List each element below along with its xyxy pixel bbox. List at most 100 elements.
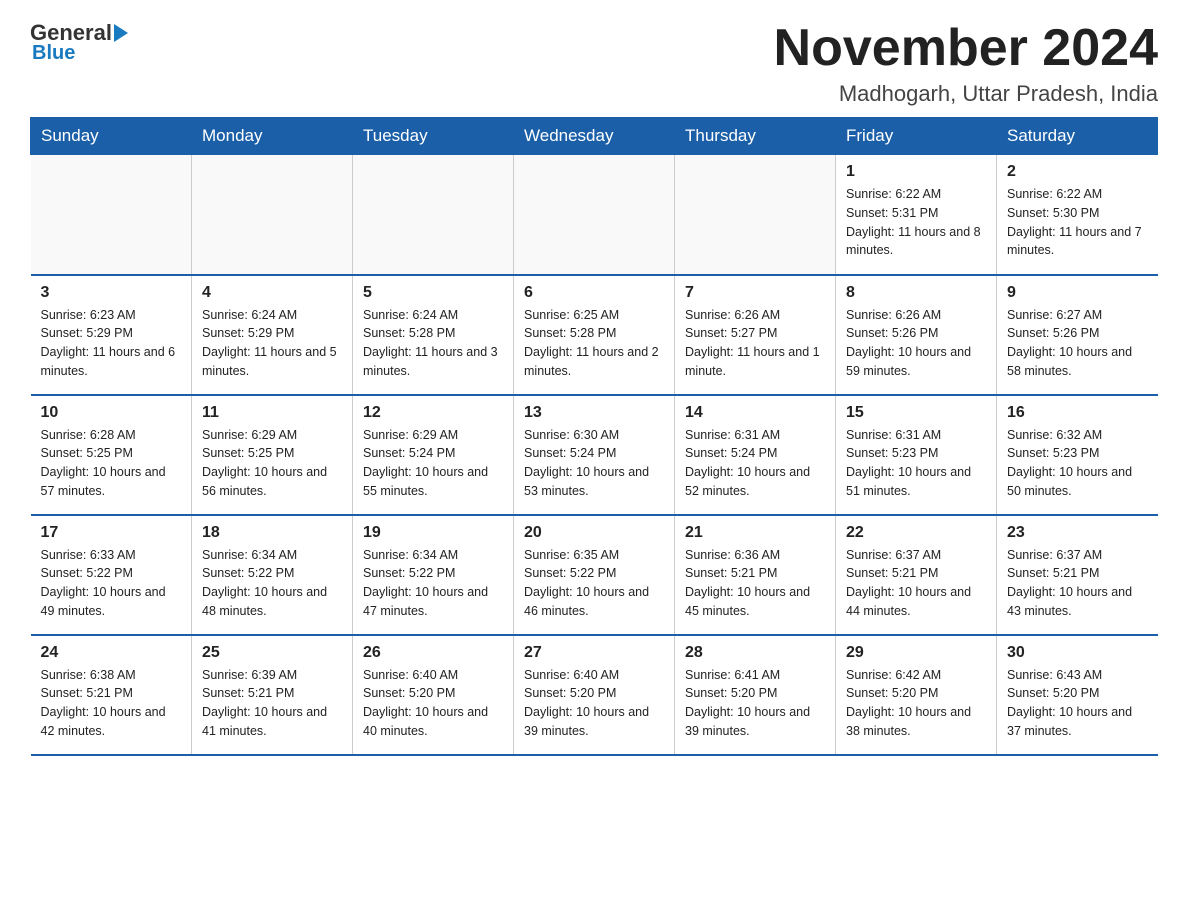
calendar-cell: 9 Sunrise: 6:27 AM Sunset: 5:26 PM Daylig… <box>997 275 1158 395</box>
logo-arrow-icon <box>114 24 128 42</box>
calendar-cell <box>675 155 836 275</box>
day-number: 16 <box>1007 404 1148 422</box>
header-friday: Friday <box>836 118 997 155</box>
calendar-cell: 10Sunrise: 6:28 AM Sunset: 5:25 PM Dayli… <box>31 395 192 515</box>
day-info: Sunrise: 6:42 AM Sunset: 5:20 PM Dayligh… <box>846 666 986 741</box>
calendar-cell: 1 Sunrise: 6:22 AM Sunset: 5:31 PM Daylig… <box>836 155 997 275</box>
day-number: 2 <box>1007 163 1148 181</box>
calendar-week-row: 24 Sunrise: 6:38 AM Sunset: 5:21 PM Dayli… <box>31 635 1158 755</box>
calendar-cell: 29 Sunrise: 6:42 AM Sunset: 5:20 PM Dayli… <box>836 635 997 755</box>
calendar-cell: 25Sunrise: 6:39 AM Sunset: 5:21 PM Dayli… <box>192 635 353 755</box>
calendar-cell: 6 Sunrise: 6:25 AM Sunset: 5:28 PM Daylig… <box>514 275 675 395</box>
calendar-cell: 11Sunrise: 6:29 AM Sunset: 5:25 PM Dayli… <box>192 395 353 515</box>
day-info: Sunrise: 6:22 AM Sunset: 5:31 PM Dayligh… <box>846 185 986 260</box>
calendar-cell: 12 Sunrise: 6:29 AM Sunset: 5:24 PM Dayli… <box>353 395 514 515</box>
calendar-cell: 3Sunrise: 6:23 AM Sunset: 5:29 PM Daylig… <box>31 275 192 395</box>
day-info: Sunrise: 6:37 AM Sunset: 5:21 PM Dayligh… <box>846 546 986 621</box>
day-number: 8 <box>846 284 986 302</box>
calendar-week-row: 17 Sunrise: 6:33 AM Sunset: 5:22 PM Dayli… <box>31 515 1158 635</box>
day-info: Sunrise: 6:33 AM Sunset: 5:22 PM Dayligh… <box>41 546 182 621</box>
day-info: Sunrise: 6:28 AM Sunset: 5:25 PM Dayligh… <box>41 426 182 501</box>
calendar-cell <box>353 155 514 275</box>
logo-blue-text: Blue <box>30 42 75 65</box>
calendar-week-row: 3Sunrise: 6:23 AM Sunset: 5:29 PM Daylig… <box>31 275 1158 395</box>
day-info: Sunrise: 6:26 AM Sunset: 5:26 PM Dayligh… <box>846 306 986 381</box>
calendar-cell: 26 Sunrise: 6:40 AM Sunset: 5:20 PM Dayli… <box>353 635 514 755</box>
calendar-cell: 28 Sunrise: 6:41 AM Sunset: 5:20 PM Dayli… <box>675 635 836 755</box>
day-info: Sunrise: 6:27 AM Sunset: 5:26 PM Dayligh… <box>1007 306 1148 381</box>
title-block: November 2024 Madhogarh, Uttar Pradesh, … <box>774 20 1158 107</box>
location-title: Madhogarh, Uttar Pradesh, India <box>774 81 1158 107</box>
day-number: 29 <box>846 644 986 662</box>
day-number: 4 <box>202 284 342 302</box>
day-number: 12 <box>363 404 503 422</box>
day-info: Sunrise: 6:22 AM Sunset: 5:30 PM Dayligh… <box>1007 185 1148 260</box>
day-info: Sunrise: 6:25 AM Sunset: 5:28 PM Dayligh… <box>524 306 664 381</box>
calendar-cell: 13 Sunrise: 6:30 AM Sunset: 5:24 PM Dayli… <box>514 395 675 515</box>
page-header: General Blue November 2024 Madhogarh, Ut… <box>30 20 1158 107</box>
day-number: 7 <box>685 284 825 302</box>
day-number: 24 <box>41 644 182 662</box>
month-title: November 2024 <box>774 20 1158 77</box>
weekday-header-row: Sunday Monday Tuesday Wednesday Thursday… <box>31 118 1158 155</box>
calendar-cell: 30 Sunrise: 6:43 AM Sunset: 5:20 PM Dayli… <box>997 635 1158 755</box>
day-info: Sunrise: 6:24 AM Sunset: 5:29 PM Dayligh… <box>202 306 342 381</box>
day-info: Sunrise: 6:40 AM Sunset: 5:20 PM Dayligh… <box>524 666 664 741</box>
day-info: Sunrise: 6:36 AM Sunset: 5:21 PM Dayligh… <box>685 546 825 621</box>
calendar-cell: 2 Sunrise: 6:22 AM Sunset: 5:30 PM Daylig… <box>997 155 1158 275</box>
day-info: Sunrise: 6:34 AM Sunset: 5:22 PM Dayligh… <box>202 546 342 621</box>
calendar-cell: 17 Sunrise: 6:33 AM Sunset: 5:22 PM Dayli… <box>31 515 192 635</box>
header-tuesday: Tuesday <box>353 118 514 155</box>
day-number: 13 <box>524 404 664 422</box>
day-number: 23 <box>1007 524 1148 542</box>
calendar-cell: 23 Sunrise: 6:37 AM Sunset: 5:21 PM Dayli… <box>997 515 1158 635</box>
calendar-cell: 20Sunrise: 6:35 AM Sunset: 5:22 PM Dayli… <box>514 515 675 635</box>
day-number: 17 <box>41 524 182 542</box>
day-info: Sunrise: 6:32 AM Sunset: 5:23 PM Dayligh… <box>1007 426 1148 501</box>
logo: General Blue <box>30 20 130 65</box>
header-saturday: Saturday <box>997 118 1158 155</box>
day-number: 28 <box>685 644 825 662</box>
day-number: 19 <box>363 524 503 542</box>
day-info: Sunrise: 6:31 AM Sunset: 5:24 PM Dayligh… <box>685 426 825 501</box>
day-info: Sunrise: 6:43 AM Sunset: 5:20 PM Dayligh… <box>1007 666 1148 741</box>
day-info: Sunrise: 6:30 AM Sunset: 5:24 PM Dayligh… <box>524 426 664 501</box>
day-info: Sunrise: 6:40 AM Sunset: 5:20 PM Dayligh… <box>363 666 503 741</box>
day-info: Sunrise: 6:23 AM Sunset: 5:29 PM Dayligh… <box>41 306 182 381</box>
calendar-table: Sunday Monday Tuesday Wednesday Thursday… <box>30 117 1158 756</box>
day-info: Sunrise: 6:37 AM Sunset: 5:21 PM Dayligh… <box>1007 546 1148 621</box>
day-info: Sunrise: 6:29 AM Sunset: 5:24 PM Dayligh… <box>363 426 503 501</box>
calendar-cell: 21 Sunrise: 6:36 AM Sunset: 5:21 PM Dayli… <box>675 515 836 635</box>
day-number: 22 <box>846 524 986 542</box>
day-info: Sunrise: 6:34 AM Sunset: 5:22 PM Dayligh… <box>363 546 503 621</box>
day-number: 18 <box>202 524 342 542</box>
header-thursday: Thursday <box>675 118 836 155</box>
day-number: 9 <box>1007 284 1148 302</box>
calendar-cell: 15Sunrise: 6:31 AM Sunset: 5:23 PM Dayli… <box>836 395 997 515</box>
day-info: Sunrise: 6:41 AM Sunset: 5:20 PM Dayligh… <box>685 666 825 741</box>
day-number: 26 <box>363 644 503 662</box>
calendar-cell: 5Sunrise: 6:24 AM Sunset: 5:28 PM Daylig… <box>353 275 514 395</box>
day-number: 6 <box>524 284 664 302</box>
day-number: 30 <box>1007 644 1148 662</box>
day-info: Sunrise: 6:29 AM Sunset: 5:25 PM Dayligh… <box>202 426 342 501</box>
calendar-cell: 24 Sunrise: 6:38 AM Sunset: 5:21 PM Dayli… <box>31 635 192 755</box>
calendar-cell: 19 Sunrise: 6:34 AM Sunset: 5:22 PM Dayli… <box>353 515 514 635</box>
day-number: 5 <box>363 284 503 302</box>
calendar-cell: 14Sunrise: 6:31 AM Sunset: 5:24 PM Dayli… <box>675 395 836 515</box>
day-number: 20 <box>524 524 664 542</box>
calendar-week-row: 10Sunrise: 6:28 AM Sunset: 5:25 PM Dayli… <box>31 395 1158 515</box>
calendar-cell: 16 Sunrise: 6:32 AM Sunset: 5:23 PM Dayli… <box>997 395 1158 515</box>
header-monday: Monday <box>192 118 353 155</box>
calendar-cell: 27 Sunrise: 6:40 AM Sunset: 5:20 PM Dayli… <box>514 635 675 755</box>
day-number: 25 <box>202 644 342 662</box>
calendar-cell: 8 Sunrise: 6:26 AM Sunset: 5:26 PM Daylig… <box>836 275 997 395</box>
day-info: Sunrise: 6:38 AM Sunset: 5:21 PM Dayligh… <box>41 666 182 741</box>
calendar-cell <box>31 155 192 275</box>
calendar-cell <box>192 155 353 275</box>
day-number: 1 <box>846 163 986 181</box>
calendar-cell: 22 Sunrise: 6:37 AM Sunset: 5:21 PM Dayli… <box>836 515 997 635</box>
day-number: 21 <box>685 524 825 542</box>
day-number: 27 <box>524 644 664 662</box>
calendar-cell: 4 Sunrise: 6:24 AM Sunset: 5:29 PM Daylig… <box>192 275 353 395</box>
